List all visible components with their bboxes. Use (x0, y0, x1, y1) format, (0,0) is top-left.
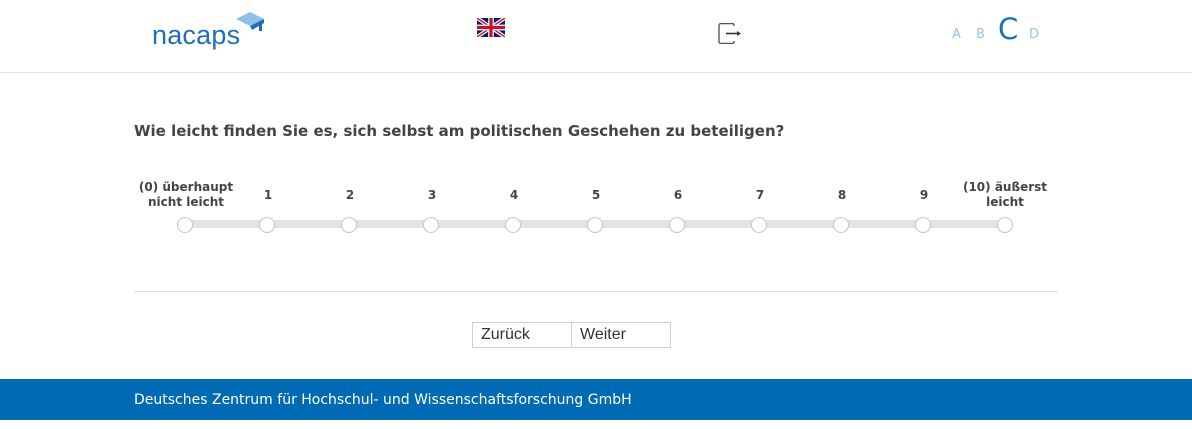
footer: Deutsches Zentrum für Hochschul- und Wis… (0, 379, 1192, 420)
rating-scale: (0) überhaupt nicht leicht 1 2 3 4 5 6 7… (0, 170, 1192, 250)
scale-radio-6[interactable] (669, 217, 685, 233)
graduation-cap-icon (236, 12, 264, 31)
scale-radio-5[interactable] (587, 217, 603, 233)
scale-radio-9[interactable] (915, 217, 931, 233)
nacaps-logo[interactable]: nacaps (152, 8, 272, 52)
scale-radio-2[interactable] (341, 217, 357, 233)
question-text: Wie leicht finden Sie es, sich selbst am… (134, 122, 785, 140)
level-d[interactable]: D (1029, 27, 1039, 42)
next-button[interactable]: Weiter (571, 322, 671, 348)
back-button[interactable]: Zurück (472, 322, 572, 348)
logout-icon[interactable] (718, 23, 742, 44)
logo-text: nacaps (152, 20, 241, 50)
scale-radio-1[interactable] (259, 217, 275, 233)
uk-flag-icon[interactable] (477, 18, 505, 37)
scale-label-10: (10) äußerst leicht (950, 180, 1060, 210)
scale-radio-8[interactable] (833, 217, 849, 233)
scale-radio-10[interactable] (997, 217, 1013, 233)
scale-radio-4[interactable] (505, 217, 521, 233)
footer-text: Deutsches Zentrum für Hochschul- und Wis… (134, 392, 632, 408)
header: nacaps A B C D (0, 0, 1192, 73)
scale-radio-0[interactable] (177, 217, 193, 233)
scale-label-10-line1: (10) äußerst (962, 180, 1048, 194)
content-divider (134, 291, 1058, 292)
level-c-active[interactable]: C (998, 12, 1018, 46)
level-b[interactable]: B (976, 27, 985, 42)
scale-radio-3[interactable] (423, 217, 439, 233)
scale-label-10-line2: leicht (986, 195, 1024, 209)
scale-radio-7[interactable] (751, 217, 767, 233)
level-a[interactable]: A (952, 27, 961, 42)
